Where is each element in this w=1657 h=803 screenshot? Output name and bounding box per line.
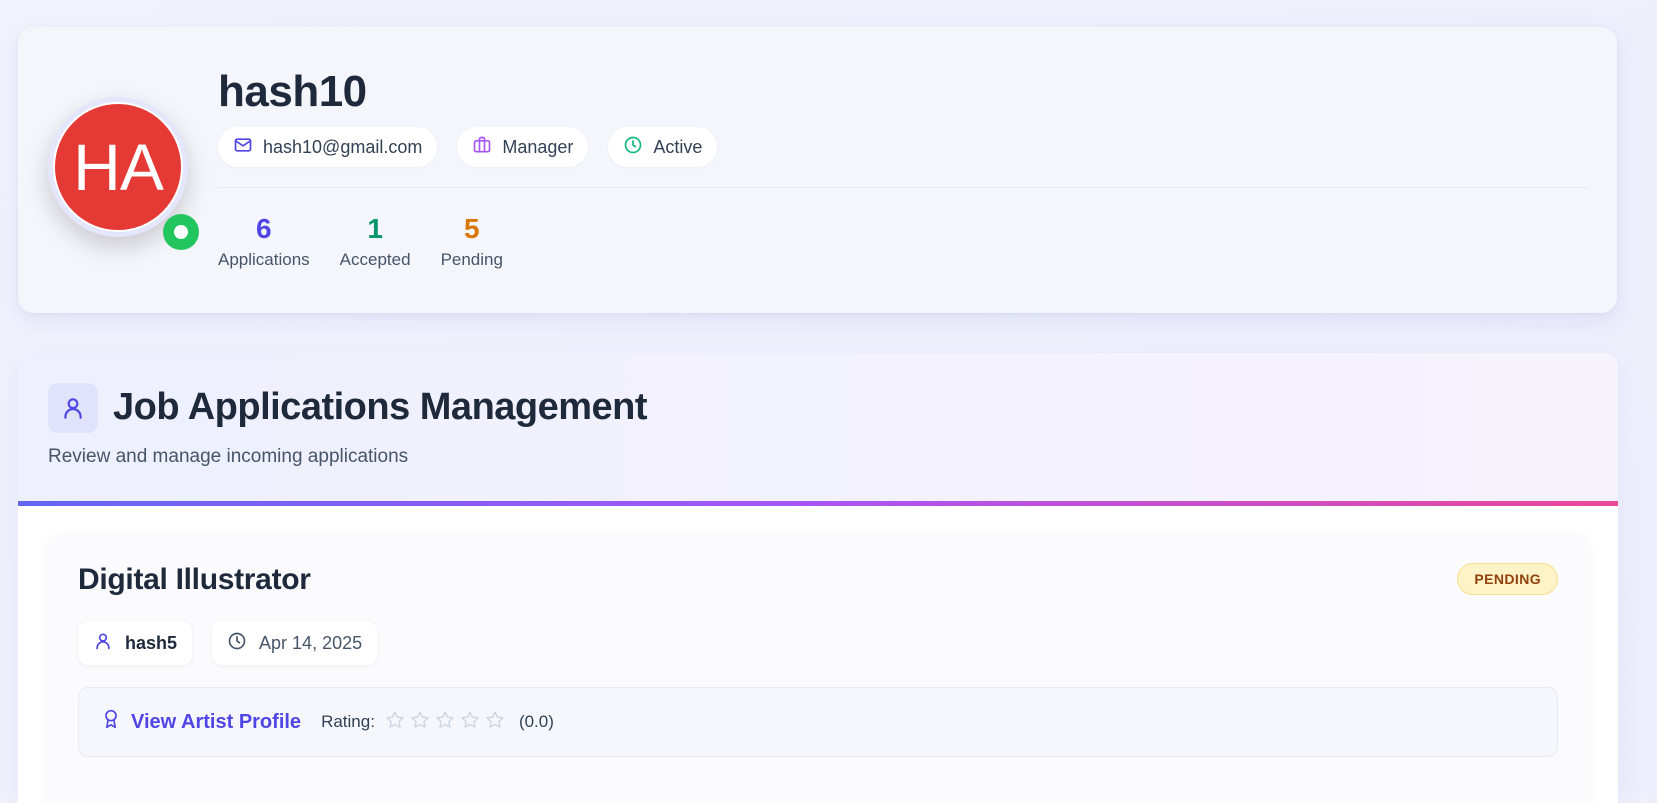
stat-label: Pending (440, 250, 503, 269)
header-accent-bar (18, 501, 1618, 506)
stat-value: 6 (256, 213, 272, 244)
stat-applications: 6 Applications (218, 212, 310, 270)
role-text: Manager (502, 136, 574, 157)
clock-icon (227, 631, 247, 656)
applications-management-card: Job Applications Management Review and m… (18, 353, 1618, 803)
star-icon (485, 710, 505, 735)
stat-value: 1 (367, 213, 383, 244)
rating-value: (0.0) (518, 712, 554, 731)
applicant-chip: hash5 (78, 621, 193, 665)
application-card: Digital Illustrator PENDING hash5 Apr 14… (48, 533, 1588, 803)
view-artist-profile-label[interactable]: View Artist Profile (131, 711, 301, 734)
view-artist-profile-link[interactable]: View Artist Profile (101, 709, 301, 735)
date-chip: Apr 14, 2025 (212, 621, 378, 665)
avatar: HA (48, 97, 188, 237)
online-status-indicator (163, 214, 199, 250)
star-icon (435, 710, 455, 735)
stat-value: 5 (463, 213, 480, 244)
page-subtitle: Review and manage incoming applications (48, 446, 409, 467)
email-chip: hash10@gmail.com (218, 127, 438, 167)
avatar-initials: HA (53, 102, 183, 232)
status-chip: Active (608, 127, 718, 167)
profile-divider (218, 187, 1588, 188)
role-chip: Manager (457, 127, 589, 167)
email-text: hash10@gmail.com (263, 136, 423, 157)
star-icon (460, 710, 480, 735)
page-title: Job Applications Management (113, 386, 648, 428)
applicant-name: hash5 (125, 632, 178, 653)
clock-icon (623, 135, 643, 160)
job-title: Digital Illustrator (78, 563, 311, 596)
rating-stars (385, 710, 505, 735)
stat-pending: 5 Pending (441, 212, 503, 270)
star-icon (385, 710, 405, 735)
application-date: Apr 14, 2025 (259, 632, 363, 653)
stat-label: Accepted (339, 250, 411, 269)
user-icon (48, 383, 98, 433)
star-icon (410, 710, 430, 735)
stat-accepted: 1 Accepted (340, 212, 411, 270)
profile-username: hash10 (218, 67, 367, 116)
status-text: Active (653, 136, 703, 157)
user-icon (93, 631, 113, 656)
artist-profile-box: View Artist Profile Rating: (0.0) (78, 687, 1558, 757)
briefcase-icon (472, 135, 492, 160)
application-meta: hash5 Apr 14, 2025 (78, 621, 378, 665)
mail-icon (233, 135, 253, 160)
award-icon (101, 709, 121, 735)
rating-label: Rating: (321, 712, 375, 731)
status-badge: PENDING (1457, 563, 1558, 595)
management-header: Job Applications Management Review and m… (18, 353, 1618, 501)
profile-stats: 6 Applications 1 Accepted 5 Pending (218, 212, 503, 270)
stat-label: Applications (218, 250, 310, 269)
profile-info-chips: hash10@gmail.com Manager Active (218, 127, 718, 167)
profile-card: HA hash10 hash10@gmail.com Manager Activ… (18, 27, 1617, 313)
